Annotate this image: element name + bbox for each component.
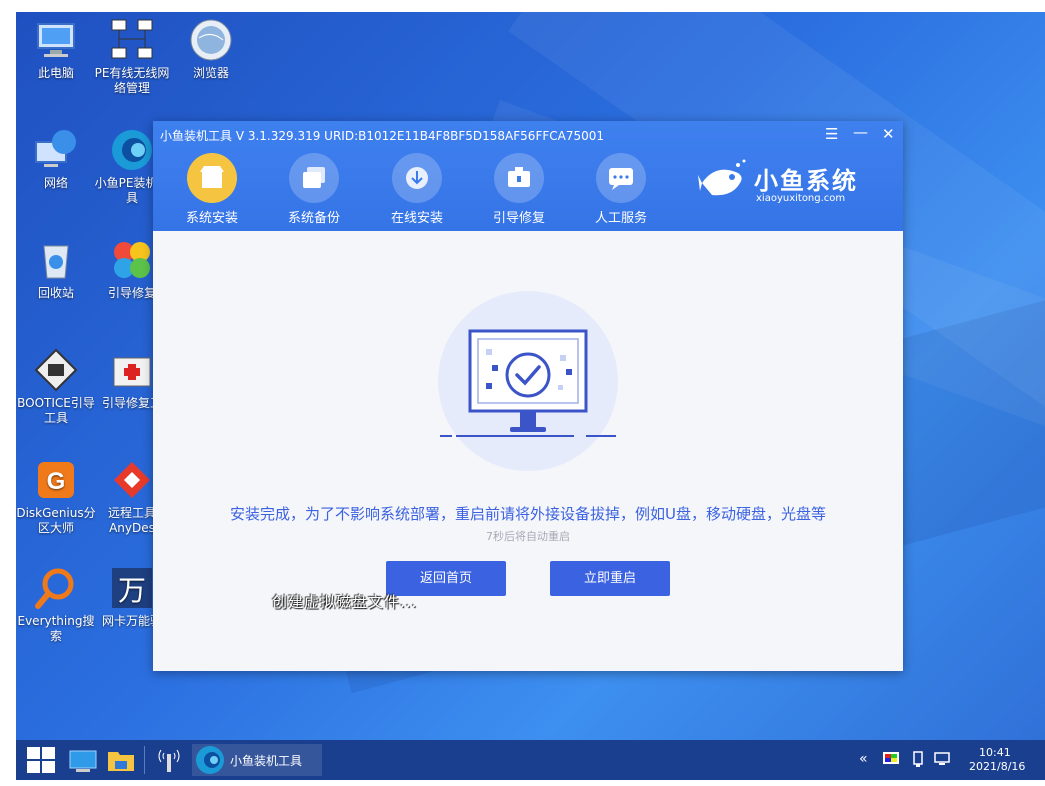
taskbar: 小鱼装机工具 « 10:41 2021/8/16: [16, 740, 1045, 780]
tab-label: 系统备份: [287, 211, 340, 226]
desktop-icon-bootice[interactable]: BOOTICE引导工具: [14, 348, 98, 426]
xiaoyu-tool-icon: [110, 128, 154, 172]
desktop-icon-network[interactable]: 网络: [14, 128, 98, 191]
antenna-icon: [158, 749, 180, 772]
svg-text:G: G: [47, 468, 66, 495]
menu-icon[interactable]: ☰: [825, 125, 838, 143]
desktop-icon-pe-network[interactable]: PE有线无线网络管理: [90, 18, 174, 96]
everything-search-icon: [34, 566, 78, 610]
desktop-icon-this-pc[interactable]: 此电脑: [14, 18, 98, 81]
minimize-icon[interactable]: —: [853, 123, 868, 141]
network-manager-icon: [110, 18, 154, 62]
tab-system-backup[interactable]: 系统备份: [271, 153, 357, 226]
bootice-icon: [34, 348, 78, 392]
tab-boot-repair[interactable]: 引导修复: [476, 153, 562, 226]
install-complete-illustration: [438, 291, 618, 471]
usb-tray-icon[interactable]: [910, 750, 926, 768]
tab-label: 系统安装: [185, 211, 238, 226]
nic-driver-icon: 万: [110, 566, 154, 610]
file-explorer-button[interactable]: [106, 744, 136, 776]
screen-border-bottom: [0, 780, 1045, 786]
anydesk-icon: [110, 458, 154, 502]
desktop-icon-diskgenius[interactable]: G DiskGenius分区大师: [14, 458, 98, 536]
xiaoyu-tool-icon: [196, 746, 224, 774]
tab-human-service[interactable]: 人工服务: [578, 153, 664, 226]
wireless-taskbar-button[interactable]: [154, 744, 184, 776]
folder-icon: [108, 752, 134, 771]
desktop-taskbar-button[interactable]: [68, 744, 98, 776]
svg-text:万: 万: [118, 574, 146, 607]
display-tray-icon[interactable]: [882, 750, 900, 768]
clock-time[interactable]: 10:41: [979, 746, 1011, 759]
boot-repair-tool-icon: [110, 348, 154, 392]
tab-online-install[interactable]: 在线安装: [374, 153, 460, 226]
installer-window: 小鱼装机工具 V 3.1.329.319 URID:B1012E11B4F8BF…: [153, 121, 903, 671]
brand-url: xiaoyuxitong.com: [756, 193, 846, 204]
recycle-bin-icon: [34, 238, 78, 282]
screen-border-top: [0, 0, 1045, 12]
countdown-text: 7秒后将自动重启: [486, 530, 570, 543]
window-header: 小鱼装机工具 V 3.1.329.319 URID:B1012E11B4F8BF…: [153, 121, 903, 231]
system-install-icon: [187, 153, 237, 203]
chat-service-icon: [596, 153, 646, 203]
desktop-icon-browser[interactable]: 浏览器: [169, 18, 253, 81]
tab-label: 在线安装: [390, 211, 443, 226]
boot-repair-icon: [110, 238, 154, 282]
online-install-icon: [392, 153, 442, 203]
close-icon[interactable]: ✕: [882, 125, 895, 143]
brand-name: 小鱼系统: [754, 167, 858, 195]
restart-now-button[interactable]: 立即重启: [550, 561, 670, 596]
system-backup-icon: [289, 153, 339, 203]
computer-icon: [34, 18, 78, 62]
windows-logo-icon: [27, 747, 55, 773]
desktop-icon-recycle-bin[interactable]: 回收站: [14, 238, 98, 301]
overlay-status-text: 创建虚拟磁盘文件...: [272, 593, 418, 611]
window-title: 小鱼装机工具 V 3.1.329.319 URID:B1012E11B4F8BF…: [160, 129, 605, 143]
taskbar-app-xiaoyu[interactable]: 小鱼装机工具: [192, 744, 322, 776]
taskbar-divider: [144, 746, 145, 774]
tab-label: 引导修复: [492, 211, 545, 226]
browser-globe-icon: [189, 18, 233, 62]
taskbar-app-label: 小鱼装机工具: [230, 754, 303, 768]
network-tray-icon[interactable]: [933, 750, 951, 768]
tab-label: 人工服务: [594, 211, 647, 226]
fish-logo-icon: [698, 159, 746, 196]
clock-date[interactable]: 2021/8/16: [969, 760, 1025, 773]
desktop-icon-everything[interactable]: Everything搜索: [14, 566, 98, 644]
boot-repair-icon: [494, 153, 544, 203]
completion-message: 安装完成，为了不影响系统部署，重启前请将外接设备拔掉，例如U盘，移动硬盘，光盘等: [230, 505, 826, 523]
network-icon: [34, 128, 78, 172]
monitor-icon: [69, 750, 97, 772]
start-button[interactable]: [24, 744, 58, 776]
chevron-left-icon[interactable]: «: [859, 751, 868, 767]
diskgenius-icon: G: [34, 458, 78, 502]
monitor-check-icon: [440, 329, 616, 437]
brand-logo: 小鱼系统 xiaoyuxitong.com: [698, 157, 878, 207]
tab-system-install[interactable]: 系统安装: [169, 153, 255, 226]
